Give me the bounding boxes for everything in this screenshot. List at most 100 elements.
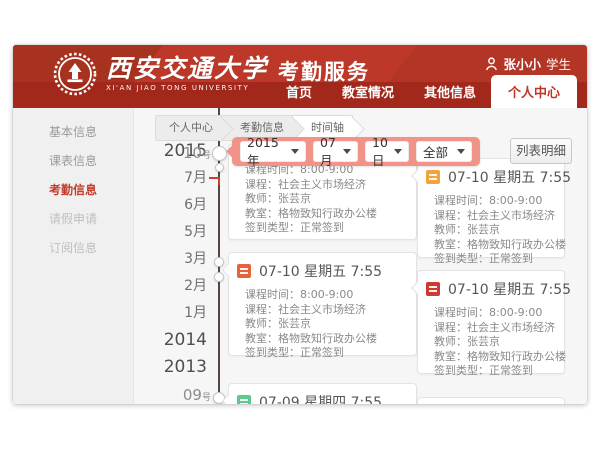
field-value: 张芸京	[467, 335, 500, 348]
card-date-title: 07-10 星期五 7:55	[448, 167, 571, 187]
field-value: 社会主义市场经济	[467, 321, 555, 334]
field-value: 格物致知行政办公楼	[467, 350, 566, 363]
signin-status-stamp-icon	[426, 170, 440, 184]
timeline-period-1月[interactable]: 1月	[143, 300, 207, 327]
field-label: 课程	[245, 178, 278, 191]
field-value: 正常签到	[489, 364, 533, 377]
timeline-period-list: 20157月6月5月3月2月1月20142013	[143, 138, 207, 381]
card-field: 教室格物致知行政办公楼	[434, 350, 554, 365]
month-select[interactable]: 07月	[313, 141, 358, 162]
user-info[interactable]: 张小小 学生	[485, 54, 571, 73]
card-field: 课程社会主义市场经济	[434, 209, 554, 224]
card-header: 07-09 星期四 7:55	[229, 384, 416, 404]
attendance-card	[417, 397, 565, 404]
timeline-node[interactable]	[214, 272, 224, 282]
field-label: 课程时间	[245, 288, 300, 301]
field-label: 教室	[434, 238, 467, 251]
nav-item-首页[interactable]: 首页	[271, 77, 327, 108]
field-label: 教师	[434, 335, 467, 348]
user-role: 学生	[546, 54, 571, 73]
chevron-down-icon	[457, 149, 465, 154]
field-label: 课程时间	[434, 194, 489, 207]
xjtu-gear-emblem-icon	[53, 52, 97, 96]
attendance-card: 07-10 星期五 7:55课程时间8:00-9:00课程社会主义市场经济教师张…	[417, 158, 565, 258]
card-field: 课程社会主义市场经济	[245, 303, 406, 318]
university-name-cn: 西安交通大学	[106, 56, 268, 82]
sidebar: 基本信息课表信息考勤信息请假申请订阅信息	[13, 108, 134, 404]
field-value: 社会主义市场经济	[467, 209, 555, 222]
nav-item-教室情况[interactable]: 教室情况	[327, 77, 409, 108]
card-date-title: 07-09 星期四 7:55	[259, 392, 382, 404]
field-label: 教室	[434, 350, 467, 363]
field-value: 正常签到	[489, 252, 533, 265]
card-field: 签到类型正常签到	[245, 221, 406, 236]
card-fields: 课程时间8:00-9:00课程社会主义市场经济教师张芸京教室格物致知行政办公楼签…	[418, 301, 564, 387]
field-label: 教师	[245, 192, 278, 205]
sidebar-item-请假申请[interactable]: 请假申请	[13, 205, 133, 234]
breadcrumb-item-个人中心[interactable]: 个人中心	[155, 115, 222, 141]
field-label: 课程	[245, 303, 278, 316]
field-label: 教师	[245, 317, 278, 330]
university-name-en: XI'AN JIAO TONG UNIVERSITY	[106, 84, 268, 92]
card-field: 教师张芸京	[434, 335, 554, 350]
card-field: 课程时间8:00-9:00	[434, 194, 554, 209]
card-field: 签到类型正常签到	[245, 346, 406, 361]
card-date-title: 07-10 星期五 7:55	[259, 261, 382, 281]
day-select[interactable]: 10日	[365, 141, 409, 162]
timeline-node[interactable]	[214, 257, 224, 267]
field-label: 教室	[245, 332, 278, 345]
card-field: 教室格物致知行政办公楼	[245, 207, 406, 222]
timeline-period-3月[interactable]: 3月	[143, 246, 207, 273]
nav-item-其他信息[interactable]: 其他信息	[409, 77, 491, 108]
field-value: 8:00-9:00	[489, 306, 542, 319]
chevron-down-icon	[343, 149, 351, 154]
university-name-block: 西安交通大学 XI'AN JIAO TONG UNIVERSITY	[106, 56, 268, 92]
card-field: 教师张芸京	[245, 192, 406, 207]
field-label: 课程时间	[434, 306, 489, 319]
day-marker-10: 10号	[173, 144, 211, 162]
card-header: 07-10 星期五 7:55	[229, 253, 416, 283]
timeline-period-2013[interactable]: 2013	[143, 354, 207, 381]
card-fields: 课程时间8:00-9:00课程社会主义市场经济教师张芸京教室格物致知行政办公楼签…	[229, 283, 416, 369]
card-field: 课程时间8:00-9:00	[434, 306, 554, 321]
type-select[interactable]: 全部	[416, 141, 472, 162]
card-field: 教室格物致知行政办公楼	[245, 332, 406, 347]
user-name: 张小小	[503, 54, 541, 73]
timeline-period-5月[interactable]: 5月	[143, 219, 207, 246]
field-value: 格物致知行政办公楼	[278, 207, 377, 220]
card-header: 07-10 星期五 7:55	[418, 271, 564, 301]
field-value: 8:00-9:00	[300, 288, 353, 301]
field-value: 正常签到	[300, 221, 344, 234]
timeline-node[interactable]	[215, 163, 224, 172]
sidebar-item-考勤信息[interactable]: 考勤信息	[13, 176, 133, 205]
timeline-period-6月[interactable]: 6月	[143, 192, 207, 219]
nav-item-个人中心[interactable]: 个人中心	[491, 75, 577, 108]
list-detail-button[interactable]: 列表明细	[510, 138, 572, 164]
sidebar-item-基本信息[interactable]: 基本信息	[13, 118, 133, 147]
timeline-node[interactable]	[212, 146, 227, 161]
field-label: 签到类型	[245, 346, 300, 359]
main-nav: 首页教室情况其他信息个人中心	[271, 75, 577, 108]
field-value: 8:00-9:00	[489, 194, 542, 207]
person-icon	[485, 57, 498, 71]
field-value: 张芸京	[278, 317, 311, 330]
attendance-card: 07-09 星期四 7:55	[228, 383, 417, 404]
attendance-card: 07-10 星期五 7:55 课程时间8:00-9:00 课程社会主义市场经济教师张…	[228, 252, 417, 356]
field-label: 签到类型	[434, 364, 489, 377]
card-field: 课程社会主义市场经济	[245, 178, 406, 193]
sidebar-item-课表信息[interactable]: 课表信息	[13, 147, 133, 176]
card-fields: 课程时间8:00-9:00课程社会主义市场经济教师张芸京教室格物致知行政办公楼签…	[418, 189, 564, 275]
signin-status-stamp-icon	[426, 282, 440, 296]
field-label: 课程	[434, 321, 467, 334]
field-value: 社会主义市场经济	[278, 303, 366, 316]
year-select[interactable]: 2015年	[240, 141, 306, 162]
timeline-period-2014[interactable]: 2014	[143, 327, 207, 354]
timeline-period-2月[interactable]: 2月	[143, 273, 207, 300]
date-filter-bar: 2015年 07月 10日 全部	[232, 137, 480, 166]
card-field: 教室格物致知行政办公楼	[434, 238, 554, 253]
timeline-period-7月[interactable]: 7月	[143, 165, 207, 192]
field-value: 格物致知行政办公楼	[278, 332, 377, 345]
chevron-down-icon	[394, 149, 402, 154]
current-month-marker-icon	[209, 177, 220, 185]
sidebar-item-订阅信息[interactable]: 订阅信息	[13, 234, 133, 263]
